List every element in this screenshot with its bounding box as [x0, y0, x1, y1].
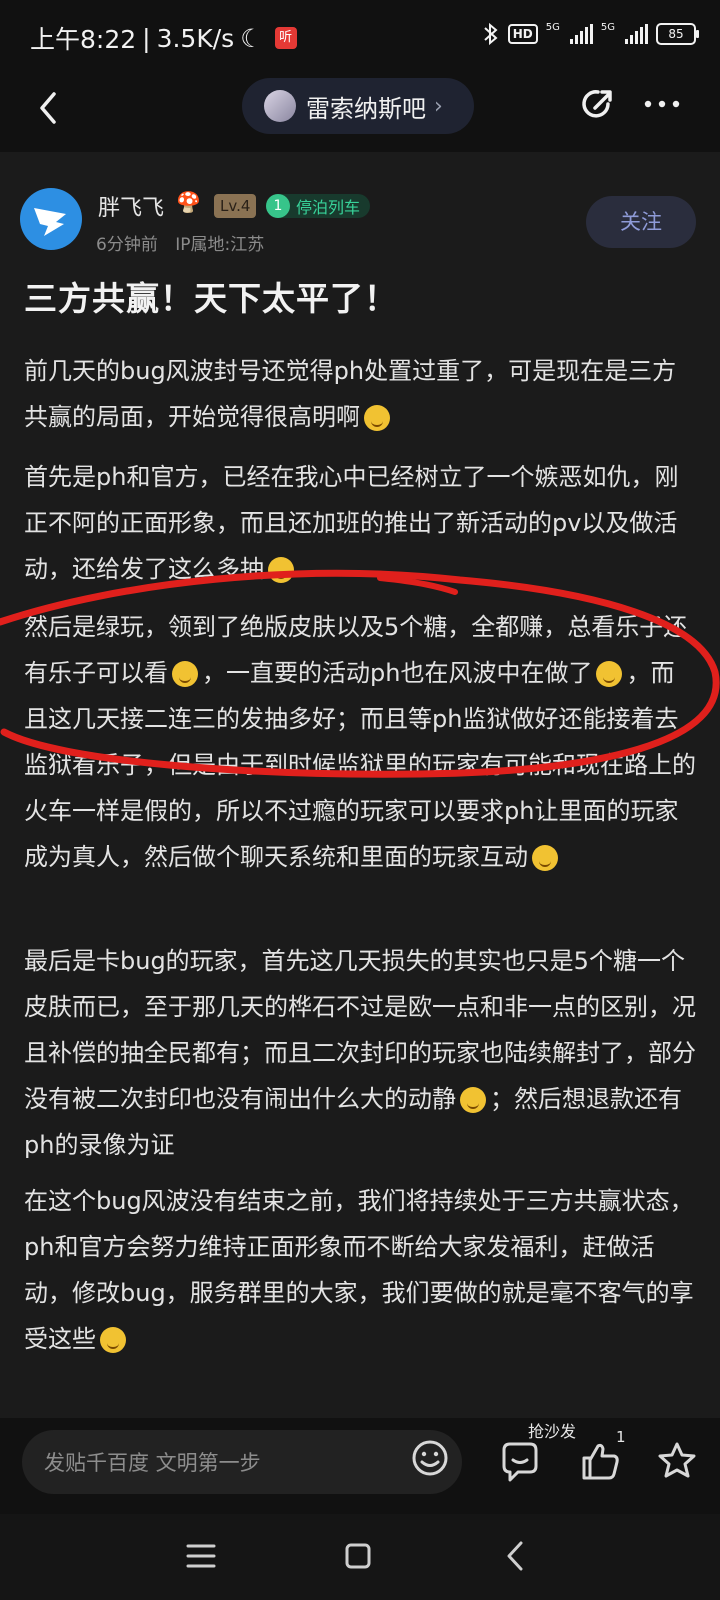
- hd-voice-icon: HD: [507, 24, 538, 44]
- like-count: 1: [616, 1428, 626, 1446]
- author-avatar[interactable]: [20, 188, 82, 250]
- emoji-icon: [596, 661, 623, 687]
- recents-icon[interactable]: [186, 1542, 216, 1570]
- emoji-icon: [268, 557, 294, 583]
- share-icon[interactable]: [578, 84, 618, 124]
- signal-icon-2: [625, 24, 648, 44]
- gem-icon: 1: [266, 194, 290, 218]
- network-type-2: 5G: [600, 22, 615, 33]
- status-bar: 上午8:22 | 3.5K/s ☾ 听 HD 5G 5G 85: [0, 0, 720, 72]
- moon-icon: ☾: [240, 23, 263, 53]
- star-icon[interactable]: [656, 1440, 698, 1482]
- network-speed: 3.5K/s: [156, 23, 235, 53]
- emoji-picker-icon[interactable]: [410, 1438, 450, 1478]
- forum-avatar: [264, 90, 296, 122]
- network-type-1: 5G: [545, 22, 560, 33]
- mushroom-icon: 🍄: [176, 190, 201, 214]
- more-options-icon[interactable]: [642, 92, 682, 116]
- home-icon[interactable]: [344, 1542, 372, 1570]
- emoji-icon: [460, 1087, 486, 1113]
- author-name[interactable]: 胖飞飞: [98, 190, 164, 222]
- chevron-right-icon: ›: [434, 93, 443, 119]
- status-left: 上午8:22 | 3.5K/s ☾ 听: [30, 20, 297, 56]
- signal-icon: [569, 24, 593, 44]
- comment-placeholder: 发贴千百度 文明第一步: [44, 1451, 261, 1475]
- follow-button[interactable]: 关注: [586, 196, 696, 248]
- post-paragraph: 前几天的bug风波封号还觉得ph处置过重了，可是现在是三方共赢的局面，开始觉得很…: [24, 357, 677, 431]
- action-bar: 发贴千百度 文明第一步 抢沙发 1: [0, 1418, 720, 1514]
- post-meta: 6分钟前 IP属地:江苏: [96, 230, 264, 255]
- post-content: 胖飞飞 🍄 Lv.4 1 停泊列车 6分钟前 IP属地:江苏 关注 三方共赢！天…: [0, 152, 720, 1418]
- emoji-icon: [100, 1327, 126, 1353]
- post-paragraph: 最后是卡bug的玩家，首先这几天损失的其实也只是5个糖一个皮肤而已，至于那几天的…: [24, 947, 696, 1159]
- status-right: HD 5G 5G 85: [482, 22, 699, 46]
- battery-icon: 85: [656, 23, 699, 45]
- top-nav: 雷索纳斯吧 ›: [0, 72, 720, 152]
- thumbs-up-icon[interactable]: [580, 1440, 620, 1482]
- forum-link[interactable]: 雷索纳斯吧 ›: [242, 78, 474, 134]
- dingtalk-logo-icon: [34, 208, 66, 236]
- level-badge: Lv.4: [214, 194, 257, 218]
- emoji-icon: [364, 405, 390, 431]
- post-paragraph: 在这个bug风波没有结束之前，我们将持续处于三方共赢状态，ph和官方会努力维持正…: [24, 1187, 694, 1353]
- emoji-icon: [172, 661, 198, 687]
- system-nav-bar: [0, 1514, 720, 1600]
- comment-input[interactable]: 发贴千百度 文明第一步: [22, 1430, 462, 1494]
- system-back-icon[interactable]: [505, 1540, 525, 1572]
- clock: 上午8:22: [30, 25, 137, 54]
- honor-badge-label: 停泊列车: [296, 198, 361, 217]
- forum-name: 雷索纳斯吧: [306, 94, 426, 123]
- sofa-label: 抢沙发: [528, 1422, 577, 1441]
- bluetooth-icon: [484, 22, 498, 46]
- ip-location: IP属地:江苏: [175, 235, 265, 255]
- listen-app-badge: 听: [274, 27, 297, 49]
- post-title: 三方共赢！天下太平了！: [24, 279, 398, 318]
- back-arrow-icon[interactable]: [30, 88, 70, 128]
- post-paragraph: 首先是ph和官方，已经在我心中已经树立了一个嫉恶如仇，刚正不阿的正面形象，而且还…: [24, 463, 679, 583]
- post-time: 6分钟前: [96, 235, 158, 255]
- honor-badge: 1 停泊列车: [266, 194, 371, 218]
- comment-icon[interactable]: [498, 1436, 542, 1484]
- emoji-icon: [532, 845, 558, 871]
- post-paragraph: 然后是绿玩，领到了绝版皮肤以及5个糖，全都赚，总看乐子还有乐子可以看 ，一直要的活…: [24, 613, 696, 871]
